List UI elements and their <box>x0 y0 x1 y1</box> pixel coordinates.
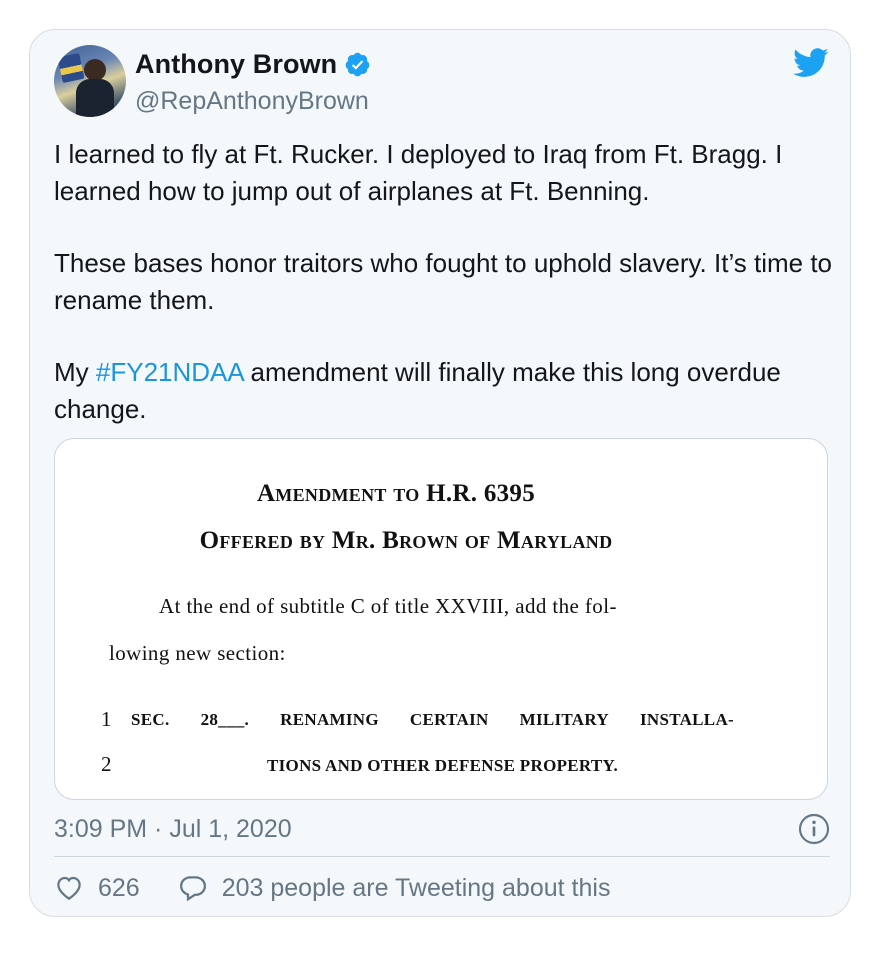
section-word: 28___. <box>200 710 250 729</box>
divider <box>54 856 830 857</box>
document-line-number-1: 1 <box>101 707 112 731</box>
document-line-number-2: 2 <box>101 752 112 776</box>
tweet-paragraph-2: These bases honor traitors who fought to… <box>54 248 833 315</box>
document-section-heading: SEC. 28___. RENAMING CERTAIN MILITARY IN… <box>131 710 734 730</box>
heart-icon <box>57 876 81 900</box>
hashtag-link[interactable]: #FY21NDAA <box>96 357 243 387</box>
section-word: RENAMING <box>280 710 379 729</box>
tweet-paragraph-1: I learned to fly at Ft. Rucker. I deploy… <box>54 139 783 206</box>
info-icon[interactable] <box>798 813 830 845</box>
section-word: INSTALLA- <box>639 710 734 729</box>
section-word: CERTAIN <box>409 710 489 729</box>
avatar[interactable] <box>54 45 126 117</box>
section-word: MILITARY <box>519 710 609 729</box>
avatar-body <box>76 79 114 117</box>
avatar-head <box>84 59 106 81</box>
tweeting-about-link[interactable]: 203 people are Tweeting about this <box>178 873 611 903</box>
tweet-paragraph-3: My #FY21NDAA amendment will finally make… <box>54 354 844 427</box>
speech-bubble-icon <box>179 876 206 902</box>
document-body-line-1: At the end of subtitle C of title XXVIII… <box>159 594 617 618</box>
tweet-meta-row: 3:09 PM · Jul 1, 2020 <box>54 809 830 849</box>
author-handle[interactable]: @RepAnthonyBrown <box>135 87 369 116</box>
tweeting-about-text: 203 people are Tweeting about this <box>221 873 611 902</box>
document-section-heading-continued: TIONS AND OTHER DEFENSE PROPERTY. <box>267 756 619 775</box>
twitter-bird-icon[interactable] <box>793 48 829 78</box>
like-count: 626 <box>98 873 140 902</box>
author-row: Anthony Brown <box>135 49 371 80</box>
tweet-actions: 626 203 people are Tweeting about this <box>54 868 610 908</box>
document-title: Amendment to H.R. 6395 <box>256 480 536 507</box>
timestamp[interactable]: 3:09 PM · Jul 1, 2020 <box>54 815 292 844</box>
document-subtitle: Offered by Mr. Brown of Maryland <box>199 527 613 554</box>
tweet-card[interactable]: Anthony Brown @RepAnthonyBrown I learned… <box>29 29 851 917</box>
avatar-flag <box>57 52 85 84</box>
section-word: SEC. <box>131 710 170 729</box>
tweet-paragraph-3-prefix: My <box>54 357 96 387</box>
verified-badge-icon <box>345 52 370 77</box>
author-name[interactable]: Anthony Brown <box>135 49 337 80</box>
document-body-line-2: lowing new section: <box>109 641 286 665</box>
like-button[interactable]: 626 <box>54 873 140 903</box>
tweet-text: I learned to fly at Ft. Rucker. I deploy… <box>54 136 844 427</box>
attached-document-image[interactable]: Amendment to H.R. 6395 Offered by Mr. Br… <box>54 438 828 800</box>
